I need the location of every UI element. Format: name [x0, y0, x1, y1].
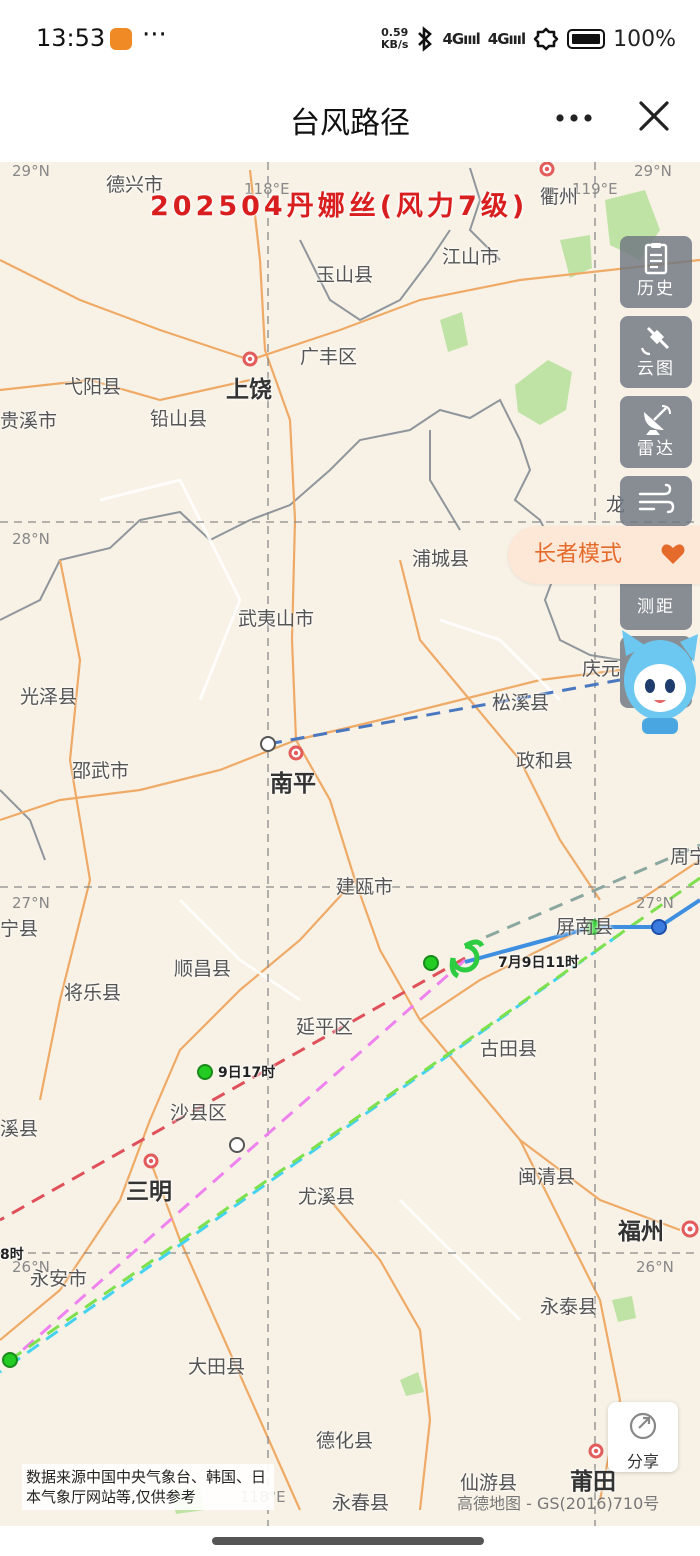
place-label: 贵溪市 [0, 410, 58, 432]
place-label: 武夷山市 [238, 608, 315, 630]
track-point[interactable] [260, 736, 276, 752]
ellipsis-icon [556, 114, 592, 122]
place-label: 宁县 [0, 918, 39, 940]
battery-percent: 100% [613, 26, 676, 52]
place-label: 顺昌县 [174, 958, 232, 980]
status-indicators: 0.59 KB/s 4Gıııl 4Gıııl 100% [381, 22, 676, 56]
latitude-label: 27°N [12, 894, 50, 912]
place-label: 玉山县 [316, 264, 374, 286]
place-label: 永泰县 [540, 1296, 598, 1318]
city-markers [143, 162, 699, 1459]
map-copyright: 高德地图 - GS(2016)710号 [457, 1494, 660, 1513]
place-label: 政和县 [516, 750, 574, 772]
status-time: 13:53 [36, 24, 106, 52]
city-label: 上饶 [226, 377, 272, 403]
typhoon-current-position-icon[interactable] [449, 939, 485, 979]
city-label: 三明 [126, 1179, 172, 1205]
track-time-label: 7月9日11时 [498, 955, 579, 971]
track-point[interactable] [651, 919, 667, 935]
place-label: 尤溪县 [298, 1186, 356, 1208]
close-icon [639, 101, 669, 131]
place-label: 德化县 [316, 1430, 374, 1452]
network-speed: 0.59 KB/s [380, 26, 409, 51]
track-point[interactable] [229, 1137, 245, 1153]
radar-button[interactable]: 雷达 [620, 396, 692, 468]
cloud-image-button[interactable]: 云图 [620, 316, 692, 388]
city-label: 福州 [618, 1219, 664, 1245]
signal-2-icon: 4Gıııl [487, 30, 526, 48]
place-label: 屏南县 [556, 916, 614, 938]
place-label: 江山市 [442, 246, 500, 268]
place-label: 延平区 [296, 1016, 354, 1038]
place-label: 庆元 [582, 658, 621, 680]
signal-1-icon: 4Gıııl [442, 30, 480, 48]
wind-icon [638, 483, 675, 514]
latitude-label: 26°N [636, 1258, 674, 1276]
status-bar: 13:53 ··· 0.59 KB/s 4Gıııl 4Gıııl 100% [0, 0, 700, 78]
wind-button[interactable] [620, 476, 692, 526]
share-button[interactable]: 分享 [608, 1402, 678, 1472]
typhoon-title: 202504丹娜丝(风力7级) [150, 191, 529, 222]
forest-area [400, 1372, 424, 1396]
place-label: 光泽县 [20, 686, 78, 708]
home-indicator[interactable] [212, 1537, 484, 1545]
latitude-label: 29°N [634, 162, 672, 180]
data-source-note: 数据来源中国中央气象台、韩国、日本气象厅网站等,仅供参考 [22, 1464, 274, 1510]
forecast-track-north [267, 678, 621, 746]
place-label: 松溪县 [492, 692, 550, 714]
forecast-track-other [9, 876, 700, 1362]
forest-area [515, 360, 572, 425]
latitude-label: 29°N [12, 162, 50, 180]
track-point[interactable] [423, 955, 439, 971]
place-label: 沙县区 [170, 1102, 228, 1124]
city-label: 南平 [270, 771, 316, 797]
track-point[interactable] [197, 1064, 213, 1080]
measure-button[interactable]: 测距 [620, 584, 692, 630]
clipboard-icon [644, 243, 668, 275]
settings-gear-icon [533, 27, 559, 51]
radar-dish-icon [644, 405, 671, 435]
forest-area [612, 1296, 636, 1322]
track-time-label: 8时 [0, 1247, 24, 1263]
place-label: 邵武市 [72, 760, 130, 782]
latitude-label: 27°N [636, 894, 674, 912]
history-button[interactable]: 历史 [620, 236, 692, 308]
heart-icon [661, 544, 685, 564]
place-label: 广丰区 [300, 346, 358, 368]
app-notification-icon [110, 28, 132, 50]
close-button[interactable] [630, 94, 678, 140]
place-label: 将乐县 [64, 982, 122, 1004]
bluetooth-icon [418, 26, 433, 52]
typhoon-map[interactable]: 29°N 118°E 119°E 29°N 28°N 27°N 27°N 26°… [0, 162, 700, 1526]
place-label: 衢州 [540, 186, 579, 208]
forest-area [440, 312, 468, 352]
place-label: 浦城县 [412, 548, 470, 570]
mascot-assistant[interactable] [620, 628, 700, 738]
place-label: 弋阳县 [64, 376, 122, 398]
place-label: 闽清县 [518, 1166, 576, 1188]
place-label: 铅山县 [150, 408, 208, 430]
place-label: 溪县 [0, 1118, 39, 1140]
satellite-icon [640, 326, 670, 356]
status-more-indicator: ··· [142, 20, 167, 50]
place-label: 大田县 [188, 1356, 246, 1378]
place-label: 古田县 [480, 1038, 538, 1060]
track-point[interactable] [2, 1352, 18, 1368]
longitude-label: 119°E [572, 180, 618, 198]
place-label: 永安市 [30, 1268, 88, 1290]
place-label: 周宁 [670, 846, 700, 868]
latitude-label: 28°N [12, 530, 50, 548]
place-label: 永春县 [332, 1492, 390, 1514]
forecast-track-japan [0, 958, 466, 1372]
track-time-label: 9日17时 [218, 1065, 276, 1081]
bottom-bar [0, 1526, 700, 1556]
elder-mode-button[interactable]: 长者模式 [508, 526, 700, 584]
more-options-button[interactable] [550, 96, 598, 140]
mascot-icon [622, 630, 698, 734]
battery-icon [567, 29, 606, 49]
share-icon [629, 1412, 657, 1440]
place-label: 建瓯市 [336, 876, 394, 898]
